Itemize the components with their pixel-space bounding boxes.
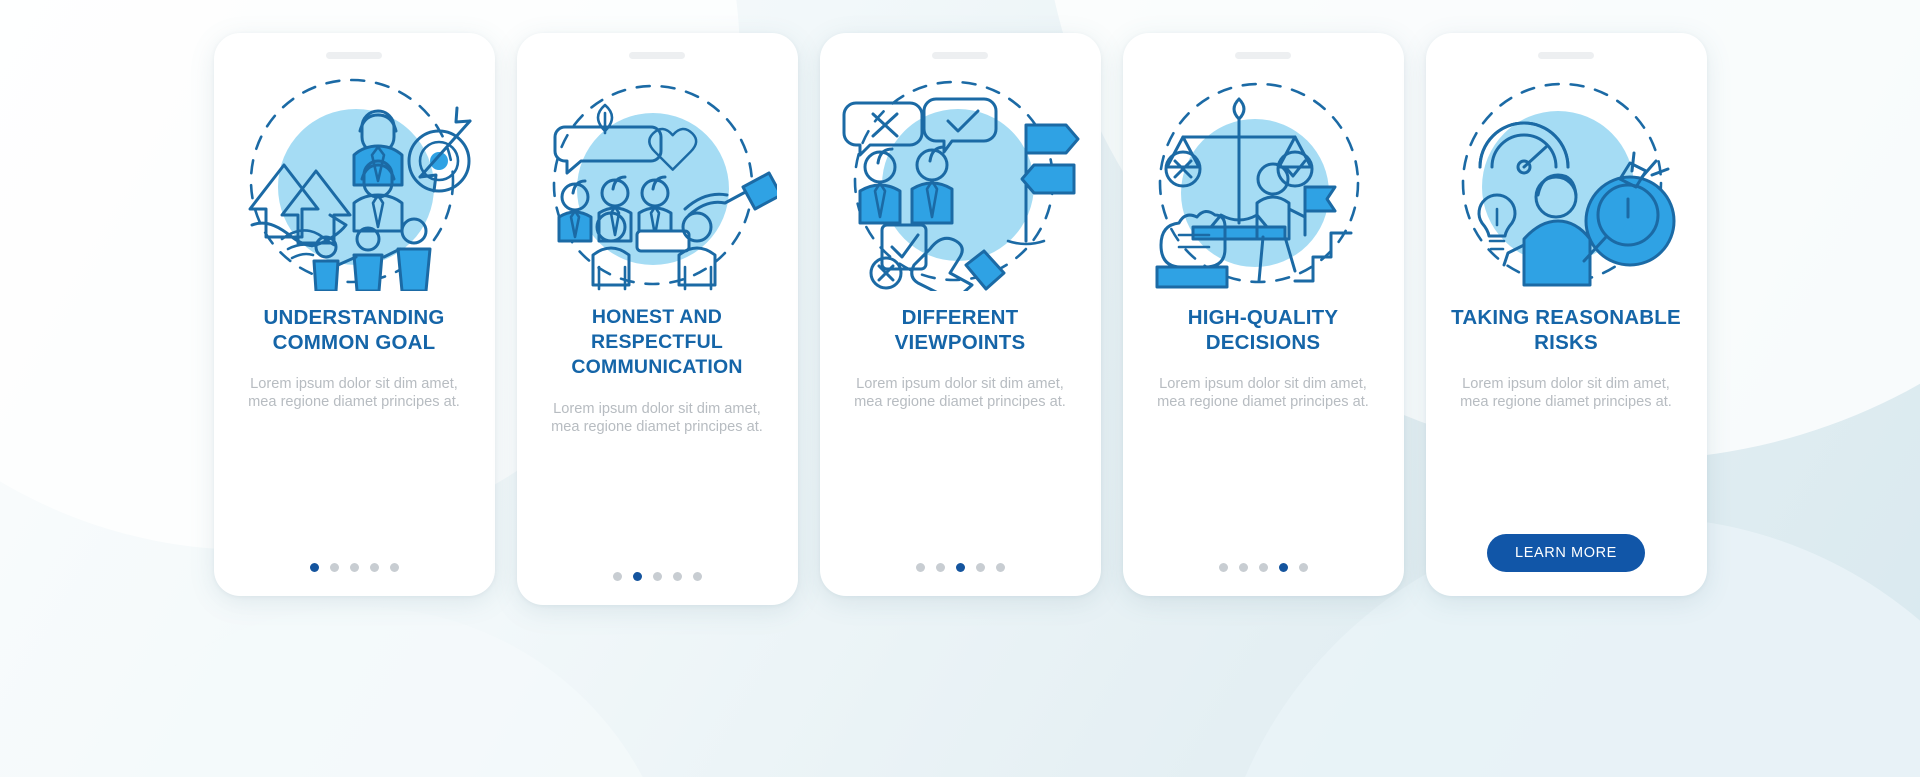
card-body-text: Lorem ipsum dolor sit dim amet, mea regi… xyxy=(1460,376,1672,410)
card-body-text: Lorem ipsum dolor sit dim amet, mea regi… xyxy=(248,376,460,410)
onboarding-card-understanding-common-goal[interactable]: UNDERSTANDING COMMON GOAL Lorem ipsum do… xyxy=(213,33,495,596)
pagination-dot-1[interactable] xyxy=(309,563,319,572)
pagination-dot-5[interactable] xyxy=(1298,563,1308,572)
pagination-dot-3[interactable] xyxy=(349,563,359,572)
card-title: HIGH-QUALITY DECISIONS xyxy=(1187,306,1339,354)
pagination-dot-2[interactable] xyxy=(935,563,945,572)
pagination-dot-2[interactable] xyxy=(329,563,339,572)
onboarding-card-list: UNDERSTANDING COMMON GOAL Lorem ipsum do… xyxy=(0,0,1920,605)
card-body-text: Lorem ipsum dolor sit dim amet, mea regi… xyxy=(551,401,763,435)
pagination-dot-5[interactable] xyxy=(995,563,1005,572)
onboarding-card-different-viewpoints[interactable]: DIFFERENT VIEWPOINTS Lorem ipsum dolor s… xyxy=(819,33,1101,596)
onboarding-card-taking-reasonable-risks[interactable]: TAKING REASONABLE RISKS Lorem ipsum dolo… xyxy=(1425,33,1707,596)
pagination-dot-3[interactable] xyxy=(652,572,662,581)
pagination-dots[interactable] xyxy=(309,563,399,572)
pagination-dot-1[interactable] xyxy=(1218,563,1228,572)
pagination-dot-5[interactable] xyxy=(692,572,702,581)
pagination-dot-1[interactable] xyxy=(612,572,622,581)
pagination-dot-1[interactable] xyxy=(915,563,925,572)
phone-speaker-bar xyxy=(1538,52,1594,59)
card-title: HONEST AND RESPECTFUL COMMUNICATION xyxy=(571,306,743,378)
pagination-dot-4[interactable] xyxy=(369,563,379,572)
background-blob-bottom-left xyxy=(40,607,680,777)
phone-speaker-bar xyxy=(326,52,382,59)
pagination-dot-4[interactable] xyxy=(1278,563,1288,572)
card-title: TAKING REASONABLE RISKS xyxy=(1451,306,1681,354)
onboarding-card-high-quality-decisions[interactable]: HIGH-QUALITY DECISIONS Lorem ipsum dolor… xyxy=(1122,33,1404,596)
onboarding-screens-page: UNDERSTANDING COMMON GOAL Lorem ipsum do… xyxy=(0,0,1920,777)
bomb-gauge-lightbulb-person-icon xyxy=(1461,82,1676,287)
pagination-dot-3[interactable] xyxy=(955,563,965,572)
pagination-dot-4[interactable] xyxy=(975,563,985,572)
pagination-dot-3[interactable] xyxy=(1258,563,1268,572)
phone-speaker-bar xyxy=(1235,52,1291,59)
phone-speaker-bar xyxy=(629,52,685,59)
scales-fist-climbing-flag-icon xyxy=(1155,82,1360,289)
card-title: DIFFERENT VIEWPOINTS xyxy=(894,306,1026,354)
pagination-dot-2[interactable] xyxy=(632,572,642,581)
card-title: UNDERSTANDING COMMON GOAL xyxy=(263,306,445,354)
card-body-text: Lorem ipsum dolor sit dim amet, mea regi… xyxy=(1157,376,1369,410)
team-meeting-heart-hand-icon xyxy=(552,84,777,291)
pagination-dots[interactable] xyxy=(915,563,1005,572)
pagination-dots[interactable] xyxy=(612,572,702,581)
pagination-dot-2[interactable] xyxy=(1238,563,1248,572)
pagination-dot-5[interactable] xyxy=(389,563,399,572)
onboarding-card-honest-and-respectful-communication[interactable]: HONEST AND RESPECTFUL COMMUNICATION Lore… xyxy=(516,33,798,605)
learn-more-button[interactable]: LEARN MORE xyxy=(1487,534,1645,572)
speech-bubbles-signpost-choice-icon xyxy=(842,80,1080,291)
phone-speaker-bar xyxy=(932,52,988,59)
card-body-text: Lorem ipsum dolor sit dim amet, mea regi… xyxy=(854,376,1066,410)
pagination-dots[interactable] xyxy=(1218,563,1308,572)
handshake-arrows-team-target-icon xyxy=(248,78,472,291)
pagination-dot-4[interactable] xyxy=(672,572,682,581)
